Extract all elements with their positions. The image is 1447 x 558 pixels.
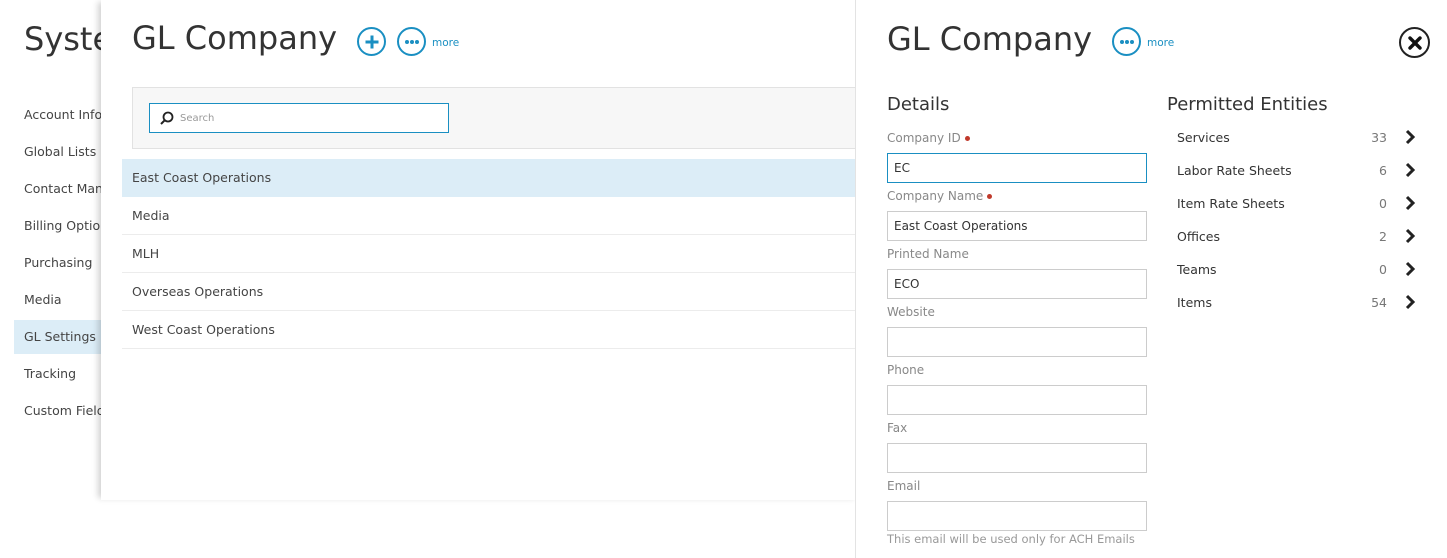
email-input[interactable] — [887, 501, 1147, 531]
sidebar-item-label: GL Settings — [24, 329, 96, 344]
entity-row-services[interactable]: Services 33 — [1167, 122, 1427, 155]
entity-label: Services — [1177, 130, 1230, 145]
entity-label: Teams — [1177, 262, 1217, 277]
details-heading: Details — [887, 94, 950, 115]
list-item[interactable]: East Coast Operations — [122, 159, 862, 197]
list-item[interactable]: West Coast Operations — [122, 311, 862, 349]
chevron-right-icon — [1405, 195, 1416, 211]
list-more-button[interactable] — [397, 27, 426, 56]
fax-input[interactable] — [887, 443, 1147, 473]
chevron-right-icon — [1405, 294, 1416, 310]
entity-count: 0 — [1379, 262, 1387, 277]
sidebar-item-purchasing[interactable]: Purchasing — [14, 246, 110, 280]
entity-count: 6 — [1379, 163, 1387, 178]
close-icon — [1407, 35, 1422, 50]
plus-icon — [365, 35, 378, 48]
sidebar-item-label: Global Lists — [24, 144, 97, 159]
sidebar-item-contact-management[interactable]: Contact Management — [14, 172, 110, 206]
field-label-text: Company Name — [887, 189, 984, 203]
required-indicator — [964, 136, 970, 141]
sidebar-item-label: Tracking — [24, 366, 77, 381]
email-label: Email — [887, 479, 921, 493]
entity-row-item-rate-sheets[interactable]: Item Rate Sheets 0 — [1167, 188, 1427, 221]
phone-label: Phone — [887, 363, 925, 377]
detail-panel-title: GL Company — [887, 20, 1093, 58]
field-label-text: Company ID — [887, 131, 961, 145]
sidebar-item-media[interactable]: Media — [14, 283, 110, 317]
search-toolbar — [132, 87, 872, 149]
sidebar-item-label: Billing Options — [24, 218, 110, 233]
chevron-right-icon — [1405, 162, 1416, 178]
entity-label: Offices — [1177, 229, 1220, 244]
entity-count: 0 — [1379, 196, 1387, 211]
detail-more-button[interactable] — [1112, 27, 1141, 56]
sidebar-item-label: Contact Management — [24, 181, 110, 196]
entity-count: 54 — [1371, 295, 1387, 310]
sidebar-item-label: Custom Fields — [24, 403, 110, 418]
sidebar-item-label: Purchasing — [24, 255, 93, 270]
fax-label: Fax — [887, 421, 908, 435]
search-box[interactable] — [149, 103, 449, 133]
entity-row-teams[interactable]: Teams 0 — [1167, 254, 1427, 287]
phone-input[interactable] — [887, 385, 1147, 415]
detail-more-link[interactable]: more — [1147, 37, 1174, 49]
company-name-input[interactable] — [887, 211, 1147, 241]
entity-count: 33 — [1371, 130, 1387, 145]
sidebar-item-global-lists[interactable]: Global Lists — [14, 135, 110, 169]
entity-row-offices[interactable]: Offices 2 — [1167, 221, 1427, 254]
company-name-label: Company Name — [887, 189, 993, 203]
ellipsis-icon — [404, 39, 419, 44]
printed-name-label: Printed Name — [887, 247, 969, 261]
system-settings-panel: System Settings Account Information Glob… — [0, 0, 110, 558]
entity-row-items[interactable]: Items 54 — [1167, 287, 1427, 320]
sidebar-item-billing-options[interactable]: Billing Options — [14, 209, 110, 243]
website-input[interactable] — [887, 327, 1147, 357]
list-item[interactable]: Overseas Operations — [122, 273, 862, 311]
sidebar-item-custom-fields[interactable]: Custom Fields — [14, 394, 110, 428]
sidebar-item-account-information[interactable]: Account Information — [14, 98, 110, 132]
website-label: Website — [887, 305, 935, 319]
list-item[interactable]: Media — [122, 197, 862, 235]
list-item[interactable]: MLH — [122, 235, 862, 273]
sidebar-item-label: Media — [24, 292, 62, 307]
chevron-right-icon — [1405, 129, 1416, 145]
sidebar-item-gl-settings[interactable]: GL Settings — [14, 320, 110, 354]
entity-label: Labor Rate Sheets — [1177, 163, 1292, 178]
search-input[interactable] — [180, 112, 430, 124]
gl-company-detail-panel: GL Company more Details Company ID Compa… — [855, 0, 1447, 558]
add-company-button[interactable] — [357, 27, 386, 56]
entity-row-labor-rate-sheets[interactable]: Labor Rate Sheets 6 — [1167, 155, 1427, 188]
close-panel-button[interactable] — [1399, 27, 1430, 58]
company-id-input[interactable] — [887, 153, 1147, 183]
entity-count: 2 — [1379, 229, 1387, 244]
chevron-right-icon — [1405, 228, 1416, 244]
chevron-right-icon — [1405, 261, 1416, 277]
email-help-text: This email will be used only for ACH Ema… — [887, 532, 1135, 546]
company-list: East Coast Operations Media MLH Overseas… — [122, 159, 862, 349]
list-more-link[interactable]: more — [432, 37, 459, 49]
ellipsis-icon — [1119, 39, 1134, 44]
list-panel-title: GL Company — [132, 19, 338, 57]
printed-name-input[interactable] — [887, 269, 1147, 299]
permitted-entities-heading: Permitted Entities — [1167, 94, 1328, 115]
sidebar-item-tracking[interactable]: Tracking — [14, 357, 110, 391]
system-settings-title: System Settings — [24, 20, 110, 58]
sidebar-item-label: Account Information — [24, 107, 110, 122]
entity-label: Item Rate Sheets — [1177, 196, 1285, 211]
gl-company-list-panel: GL Company more East Coast Operations Me… — [101, 0, 872, 500]
required-indicator — [987, 194, 993, 199]
entity-label: Items — [1177, 295, 1212, 310]
search-icon — [160, 111, 174, 125]
company-id-label: Company ID — [887, 131, 970, 145]
